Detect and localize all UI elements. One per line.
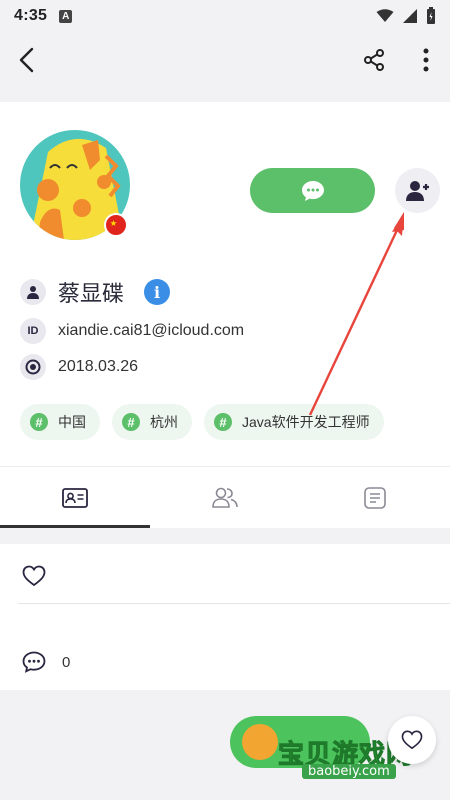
name-row: 蔡显碟 i [20,276,171,308]
heart-outline-icon [401,730,423,750]
profile-tabs [0,466,450,528]
tag-country[interactable]: # 中国 [20,404,100,440]
hashtag-icon: # [30,413,48,431]
tab-friends[interactable] [150,467,300,528]
status-bar: 4:35 A [0,0,450,32]
friends-icon [212,487,238,508]
hashtag-icon: # [214,413,232,431]
heart-icon [22,565,46,587]
tag-label: 中国 [58,414,86,430]
app-bar [0,32,450,88]
more-vertical-icon [423,48,429,72]
back-button[interactable] [8,40,48,80]
user-icon [20,279,46,305]
tag-label: Java软件开发工程师 [242,414,370,430]
back-arrow-icon [19,47,34,73]
floating-like-button[interactable] [388,716,436,764]
share-button[interactable] [354,40,394,80]
document-icon [364,486,386,509]
profile-id: xiandie.cai81@icloud.com [58,322,245,339]
wifi-icon [376,9,394,22]
add-friend-button[interactable] [395,168,440,213]
id-row: ID xiandie.cai81@icloud.com [20,318,244,344]
more-button[interactable] [406,40,446,80]
hashtag-icon: # [122,413,140,431]
target-icon [20,354,46,380]
id-icon: ID [20,318,46,344]
comment-icon [22,651,46,673]
watermark-url: baobeiy.com [302,764,396,779]
share-icon [364,49,384,71]
tag-list: # 中国 # 杭州 # Java软件开发工程师 [20,404,384,440]
status-time: 4:35 [14,7,48,24]
signal-icon [403,9,417,23]
add-user-icon [405,180,429,201]
tag-label: 杭州 [150,414,178,430]
notification-icon: A [59,9,73,23]
message-button[interactable] [250,168,375,213]
profile-name: 蔡显碟 [58,281,125,306]
profile-card: 蔡显碟 i ID xiandie.cai81@icloud.com 2018.0… [0,102,450,466]
comment-count: 0 [62,653,71,671]
tag-occupation[interactable]: # Java软件开发工程师 [204,404,384,440]
likes-row[interactable] [0,546,450,606]
battery-icon [427,7,435,24]
verified-info-icon[interactable]: i [144,279,171,305]
interaction-list: 0 [0,544,450,690]
watermark-mascot-icon [242,724,278,760]
chat-bubble-icon [301,180,324,201]
china-flag-icon [110,220,117,226]
status-icons [376,7,436,25]
comments-row[interactable]: 0 [0,632,450,692]
divider [18,603,450,604]
id-card-icon [62,487,88,508]
country-flag-badge [104,213,128,237]
profile-date: 2018.03.26 [58,358,139,375]
tab-profile-card[interactable] [0,467,150,528]
tag-city[interactable]: # 杭州 [112,404,192,440]
date-row: 2018.03.26 [20,354,138,380]
tab-documents[interactable] [300,467,450,528]
